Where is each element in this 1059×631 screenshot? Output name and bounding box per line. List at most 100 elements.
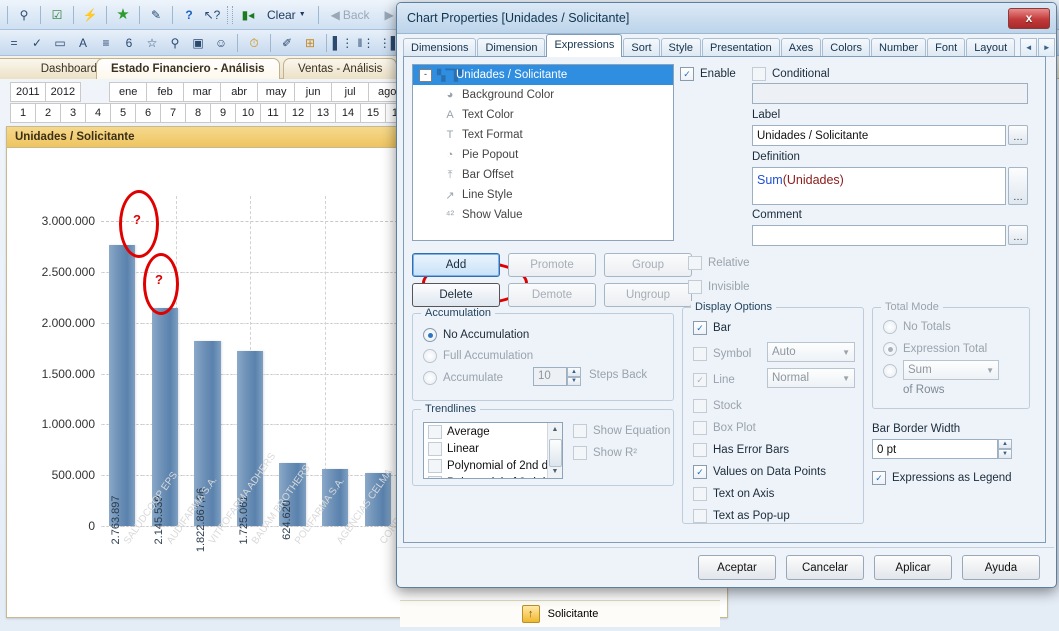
- stock-option[interactable]: Stock: [693, 397, 742, 415]
- tree-item-bar-offset[interactable]: ⤒ Bar Offset: [413, 165, 673, 185]
- no-totals-option[interactable]: No Totals: [883, 318, 951, 336]
- steps-back-input[interactable]: 10: [533, 367, 567, 386]
- checkbox-icon[interactable]: [428, 441, 442, 456]
- day-cell[interactable]: 15: [360, 103, 386, 123]
- stepper-down-icon[interactable]: ▼: [998, 449, 1012, 459]
- layout-icon[interactable]: ▣: [188, 33, 208, 53]
- checkbox-icon[interactable]: [688, 280, 702, 294]
- trendlines-scrollbar[interactable]: ▲ ▼: [547, 423, 562, 478]
- checkbox-icon[interactable]: [573, 446, 587, 460]
- radio-icon[interactable]: [423, 328, 437, 342]
- tree-item-text-color[interactable]: A Text Color: [413, 105, 673, 125]
- checkmark-box-icon[interactable]: ✓: [27, 33, 47, 53]
- day-cell[interactable]: 11: [260, 103, 286, 123]
- checkbox-icon[interactable]: [428, 458, 442, 473]
- trendline-item[interactable]: Polynomial of 2nd d: [424, 457, 562, 474]
- stepper-down-icon[interactable]: ▼: [567, 376, 581, 386]
- clear-button[interactable]: Clear ▼: [261, 6, 312, 24]
- toolbar-grip[interactable]: [227, 5, 233, 24]
- radio-icon[interactable]: [883, 320, 897, 334]
- day-cell[interactable]: 9: [210, 103, 236, 123]
- trendline-item[interactable]: Polynomial of 3rd d: [424, 474, 562, 478]
- definition-browse-button[interactable]: …: [1008, 167, 1028, 205]
- day-cell[interactable]: 7: [160, 103, 186, 123]
- symbol-combo[interactable]: Auto ▼: [767, 342, 855, 362]
- radio-icon[interactable]: [883, 364, 897, 378]
- values-on-data-points-option[interactable]: ✓ Values on Data Points: [693, 463, 826, 481]
- month-cell[interactable]: mar: [183, 82, 222, 102]
- checkbox-icon[interactable]: [693, 347, 707, 361]
- aggregation-combo[interactable]: Sum ▼: [903, 360, 999, 380]
- comment-browse-button[interactable]: …: [1008, 225, 1028, 245]
- chart-clock-icon[interactable]: ⏱: [244, 33, 264, 53]
- check-sheet-icon[interactable]: ☑: [47, 5, 67, 25]
- label-input[interactable]: Unidades / Solicitante: [752, 125, 1006, 146]
- sheet-tab-ventas[interactable]: Ventas - Análisis: [283, 58, 398, 79]
- close-icon[interactable]: x: [1008, 7, 1050, 29]
- tab-number[interactable]: Number: [871, 38, 927, 57]
- comment-input[interactable]: [752, 225, 1006, 246]
- sheet-tab-estado-financiero[interactable]: Estado Financiero - Análisis: [96, 58, 280, 79]
- month-cell[interactable]: abr: [220, 82, 259, 102]
- trendline-item[interactable]: Average: [424, 423, 562, 440]
- checkbox-icon[interactable]: [693, 421, 707, 435]
- tab-layout[interactable]: Layout: [966, 38, 1016, 57]
- dialog-title-bar[interactable]: Chart Properties [Unidades / Solicitante…: [397, 3, 1056, 34]
- tree-item-pie-popout[interactable]: ◔ Pie Popout: [413, 145, 673, 165]
- label-browse-button[interactable]: …: [1008, 125, 1028, 145]
- radio-icon[interactable]: [883, 342, 897, 356]
- conditional-input[interactable]: [752, 83, 1028, 104]
- ayuda-button[interactable]: Ayuda: [962, 555, 1040, 580]
- checkbox-icon[interactable]: ✓: [693, 373, 707, 387]
- checkbox-icon[interactable]: ✓: [680, 67, 694, 81]
- text-on-axis-option[interactable]: Text on Axis: [693, 485, 774, 503]
- delete-button[interactable]: Delete: [412, 283, 500, 307]
- box-plot-option[interactable]: Box Plot: [693, 419, 756, 437]
- sort-ascending-icon[interactable]: ↑: [521, 605, 540, 623]
- expressions-as-legend-option[interactable]: ✓ Expressions as Legend: [872, 469, 1012, 487]
- day-cell[interactable]: 1: [10, 103, 36, 123]
- tab-sort[interactable]: Sort: [623, 38, 660, 57]
- scroll-up-icon[interactable]: ▲: [548, 423, 562, 436]
- search-icon[interactable]: ⚲: [14, 5, 34, 25]
- checkbox-icon[interactable]: [688, 256, 702, 270]
- bar-border-width-input[interactable]: 0 pt: [872, 439, 998, 459]
- tab-dimension-limits[interactable]: Dimension Limits: [477, 38, 546, 72]
- aplicar-button[interactable]: Aplicar: [874, 555, 952, 580]
- definition-input[interactable]: Sum(Unidades): [752, 167, 1006, 205]
- smiley-icon[interactable]: ☺: [211, 33, 231, 53]
- promote-button[interactable]: Promote: [508, 253, 596, 277]
- relative-option[interactable]: Relative: [688, 254, 750, 272]
- no-accumulation-option[interactable]: No Accumulation: [423, 326, 529, 344]
- checkbox-icon[interactable]: ✓: [693, 321, 707, 335]
- tree-item-show-value[interactable]: ⁴² Show Value: [413, 205, 673, 225]
- checkbox-icon[interactable]: [693, 509, 707, 523]
- day-cell[interactable]: 8: [185, 103, 211, 123]
- tree-item-background-color[interactable]: ◕ Background Color: [413, 85, 673, 105]
- equals-icon[interactable]: =: [4, 33, 24, 53]
- help-icon[interactable]: ?: [179, 5, 199, 25]
- tab-expressions[interactable]: Expressions: [546, 34, 623, 57]
- bar-border-width-stepper[interactable]: ▲ ▼: [998, 439, 1012, 459]
- conditional-option[interactable]: Conditional: [752, 65, 830, 83]
- day-cell[interactable]: 14: [335, 103, 361, 123]
- tab-presentation[interactable]: Presentation: [702, 38, 780, 57]
- day-cell[interactable]: 12: [285, 103, 311, 123]
- add-button[interactable]: Add: [412, 253, 500, 277]
- tab-axes[interactable]: Axes: [780, 38, 822, 57]
- text-as-popup-option[interactable]: Text as Pop-up: [693, 507, 790, 525]
- invisible-option[interactable]: Invisible: [688, 278, 750, 296]
- steps-back-stepper[interactable]: ▲ ▼: [567, 367, 581, 386]
- checkbox-icon[interactable]: [573, 424, 587, 438]
- magnifier-icon[interactable]: ⚲: [165, 33, 185, 53]
- align-left-icon[interactable]: ▌⋮: [333, 33, 354, 53]
- enable-option[interactable]: ✓ Enable: [680, 65, 736, 83]
- checkbox-icon[interactable]: [693, 399, 707, 413]
- day-cell[interactable]: 5: [110, 103, 136, 123]
- brush-icon[interactable]: ✐: [277, 33, 297, 53]
- full-accumulation-option[interactable]: Full Accumulation: [423, 347, 533, 365]
- bar[interactable]: 2.763.897: [109, 245, 136, 544]
- show-r2-option[interactable]: Show R²: [573, 444, 637, 462]
- month-cell[interactable]: ene: [109, 82, 148, 102]
- stepper-up-icon[interactable]: ▲: [998, 439, 1012, 449]
